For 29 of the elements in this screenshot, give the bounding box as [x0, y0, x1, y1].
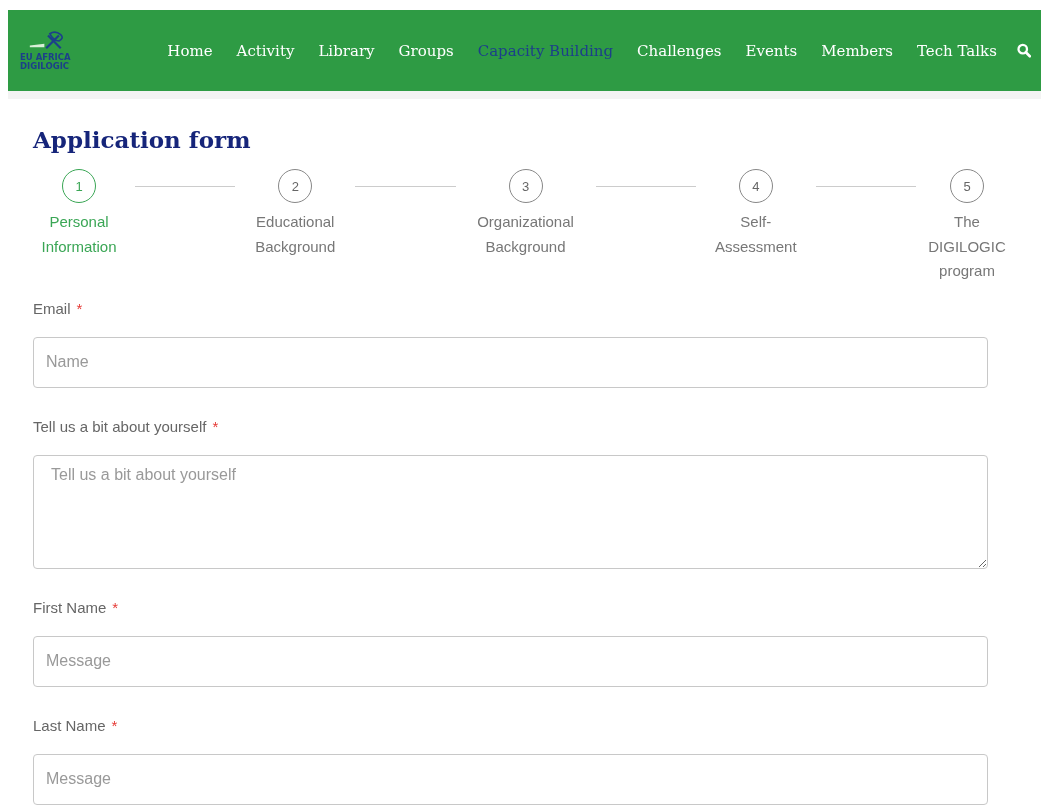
- nav-link[interactable]: Challenges: [637, 41, 722, 60]
- input-field[interactable]: Message: [33, 753, 988, 805]
- nav-link[interactable]: Members: [821, 41, 893, 60]
- step-label: Personal Information: [40, 212, 118, 257]
- nav-link[interactable]: Library: [318, 41, 375, 60]
- nav-link[interactable]: Home: [167, 41, 213, 60]
- text-area[interactable]: Tell us a bit about yourself: [33, 454, 988, 569]
- nav-link[interactable]: Activity: [236, 41, 295, 60]
- required-mark: *: [111, 716, 118, 734]
- nav-link[interactable]: Tech Talks: [916, 41, 997, 60]
- required-mark: *: [112, 598, 119, 616]
- field-label: Tell us a bit about yourself: [33, 417, 207, 435]
- nav-link[interactable]: Capacity Building: [477, 41, 614, 60]
- field-label: First Name: [33, 598, 107, 616]
- nav-link[interactable]: Events: [745, 41, 798, 60]
- input-field[interactable]: Message: [33, 635, 988, 687]
- field-label: Email: [33, 299, 71, 317]
- required-mark: *: [76, 299, 83, 317]
- search-icon[interactable]: [1016, 43, 1031, 58]
- nav-link[interactable]: Groups: [398, 41, 454, 60]
- step-label: Self-Assessment: [713, 212, 798, 257]
- page-title: Application form: [33, 126, 252, 153]
- required-mark: *: [212, 417, 219, 435]
- step-label: Organizational Background: [476, 212, 575, 257]
- input-field[interactable]: Name: [33, 336, 988, 388]
- field-label: Last Name: [33, 716, 106, 734]
- logo-text[interactable]: EU AFRICA DIGILOGIC: [20, 53, 71, 71]
- step-label: Educational Background: [254, 212, 337, 257]
- step-label: The DIGILOGIC program: [927, 212, 1007, 281]
